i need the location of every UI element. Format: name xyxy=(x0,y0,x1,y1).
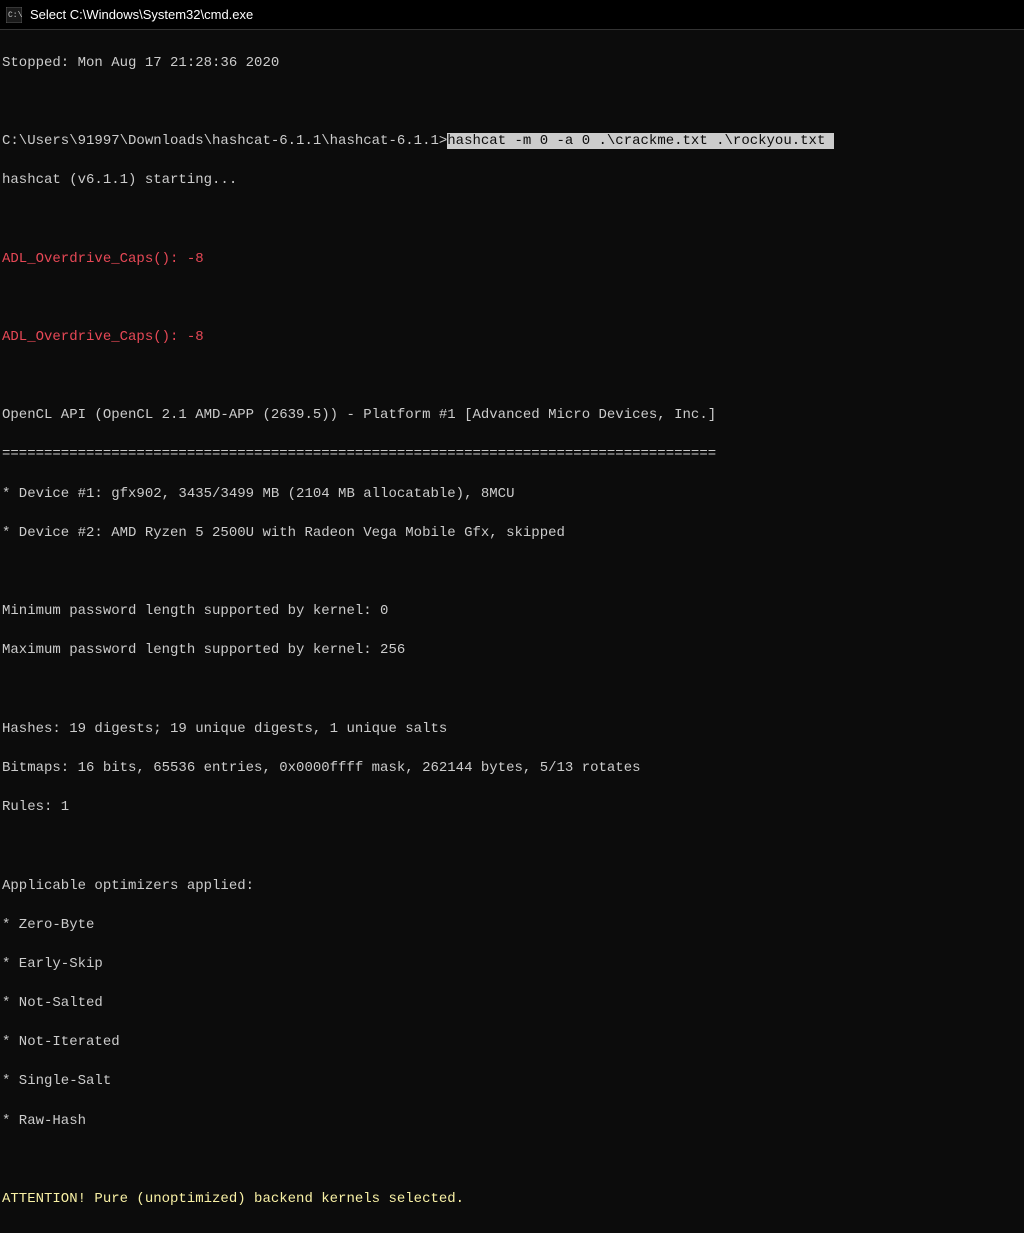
output-line: Bitmaps: 16 bits, 65536 entries, 0x0000f… xyxy=(2,759,1022,779)
output-line: Rules: 1 xyxy=(2,798,1022,818)
terminal-output[interactable]: Stopped: Mon Aug 17 21:28:36 2020 C:\Use… xyxy=(0,30,1024,1233)
output-line: * Early-Skip xyxy=(2,955,1022,975)
output-line: * Not-Iterated xyxy=(2,1033,1022,1053)
cmd-icon: C:\ xyxy=(6,7,22,23)
output-line xyxy=(2,289,1022,309)
output-line: * Zero-Byte xyxy=(2,916,1022,936)
window-titlebar[interactable]: C:\ Select C:\Windows\System32\cmd.exe xyxy=(0,0,1024,30)
output-line xyxy=(2,563,1022,583)
error-line: ADL_Overdrive_Caps(): -8 xyxy=(2,250,1022,270)
output-line: hashcat (v6.1.1) starting... xyxy=(2,171,1022,191)
attention-line: ATTENTION! Pure (unoptimized) backend ke… xyxy=(2,1190,1022,1210)
svg-text:C:\: C:\ xyxy=(8,11,22,20)
output-line: Maximum password length supported by ker… xyxy=(2,641,1022,661)
output-line xyxy=(2,681,1022,701)
prompt-command-line: C:\Users\91997\Downloads\hashcat-6.1.1\h… xyxy=(2,132,1022,152)
output-line: OpenCL API (OpenCL 2.1 AMD-APP (2639.5))… xyxy=(2,406,1022,426)
output-line xyxy=(2,210,1022,230)
output-line xyxy=(2,1151,1022,1171)
output-line: * Device #1: gfx902, 3435/3499 MB (2104 … xyxy=(2,485,1022,505)
separator-line: ========================================… xyxy=(2,445,1022,465)
output-line: Minimum password length supported by ker… xyxy=(2,602,1022,622)
output-line: * Device #2: AMD Ryzen 5 2500U with Rade… xyxy=(2,524,1022,544)
prompt-path: C:\Users\91997\Downloads\hashcat-6.1.1\h… xyxy=(2,133,447,149)
output-line xyxy=(2,367,1022,387)
output-line: * Not-Salted xyxy=(2,994,1022,1014)
output-line xyxy=(2,837,1022,857)
output-line: Stopped: Mon Aug 17 21:28:36 2020 xyxy=(2,54,1022,74)
error-line: ADL_Overdrive_Caps(): -8 xyxy=(2,328,1022,348)
output-line: Hashes: 19 digests; 19 unique digests, 1… xyxy=(2,720,1022,740)
output-line xyxy=(2,93,1022,113)
output-line: * Raw-Hash xyxy=(2,1112,1022,1132)
window-title: Select C:\Windows\System32\cmd.exe xyxy=(30,7,253,22)
output-line: * Single-Salt xyxy=(2,1072,1022,1092)
selected-command[interactable]: hashcat -m 0 -a 0 .\crackme.txt .\rockyo… xyxy=(447,133,833,149)
output-line: Applicable optimizers applied: xyxy=(2,877,1022,897)
